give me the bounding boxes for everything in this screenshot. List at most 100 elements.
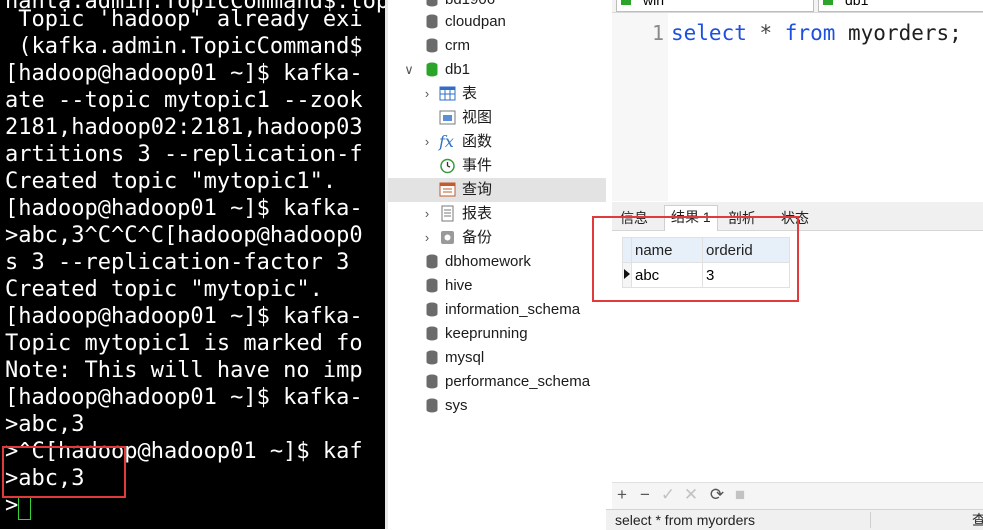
terminal-line: >abc,3^C^C^C[hadoop@hadoop0 bbox=[5, 223, 363, 248]
tree-item-views[interactable]: 视图 bbox=[388, 106, 606, 130]
line-number: 1 bbox=[651, 21, 664, 45]
database-icon bbox=[426, 0, 438, 7]
tree-item-label: cloudpan bbox=[445, 13, 506, 30]
database-icon bbox=[426, 254, 438, 269]
status-query-text: select * from myorders bbox=[615, 512, 756, 528]
table-name: myorders; bbox=[835, 21, 962, 45]
tree-item-label: 查询 bbox=[462, 181, 493, 198]
database-icon bbox=[426, 38, 438, 53]
apply-changes-button[interactable]: ✓ bbox=[660, 486, 676, 504]
tree-item-label: 视图 bbox=[462, 109, 493, 126]
object-navigator[interactable]: bd1906 cloudpan crm ∨ db1 › 表 视图 › fx 函数… bbox=[388, 0, 606, 529]
keyword-from: from bbox=[784, 21, 836, 45]
function-icon: fx bbox=[439, 132, 454, 151]
tree-item-label: 备份 bbox=[462, 229, 493, 246]
connection-select[interactable]: win bbox=[616, 0, 814, 12]
terminal-cursor bbox=[18, 496, 31, 520]
result-highlight-box bbox=[592, 216, 799, 302]
terminal-line: >abc,3 bbox=[5, 412, 85, 437]
tree-item-crm[interactable]: crm bbox=[388, 34, 606, 58]
tree-item-label: crm bbox=[445, 37, 470, 54]
terminal-line: Note: This will have no imp bbox=[5, 358, 363, 383]
chevron-right-icon[interactable]: › bbox=[420, 226, 434, 250]
status-right-text: 查 bbox=[972, 512, 983, 528]
terminal-line: [hadoop@hadoop01 ~]$ kafka- bbox=[5, 304, 363, 329]
backup-icon bbox=[441, 231, 454, 244]
tree-item-mysql[interactable]: mysql bbox=[388, 346, 606, 370]
database-icon bbox=[426, 14, 438, 29]
terminal-window[interactable]: hanta.admin.TopicCommand$.topic Topic 'h… bbox=[0, 0, 385, 529]
select-star: * bbox=[746, 21, 785, 45]
terminal-line: ate --topic mytopic1 --zook bbox=[5, 88, 363, 113]
chevron-down-icon[interactable]: ∨ bbox=[402, 58, 416, 82]
database-value: db1 bbox=[845, 0, 869, 8]
tree-item-functions[interactable]: › fx 函数 bbox=[388, 130, 606, 154]
connection-value: win bbox=[643, 0, 665, 8]
tree-item-label: db1 bbox=[445, 61, 471, 78]
connection-icon bbox=[621, 0, 631, 5]
line-gutter: 1 bbox=[612, 13, 668, 201]
code-line: select * from myorders; bbox=[671, 21, 962, 45]
tree-item-label: 事件 bbox=[462, 157, 493, 174]
view-icon bbox=[439, 110, 456, 125]
chevron-right-icon[interactable]: › bbox=[420, 202, 434, 226]
tree-item-label: sys bbox=[445, 397, 468, 414]
tree-item-keeprunning[interactable]: keeprunning bbox=[388, 322, 606, 346]
tree-item-information-schema[interactable]: information_schema bbox=[388, 298, 606, 322]
stop-button[interactable]: ■ bbox=[732, 486, 748, 504]
tree-item-label: 函数 bbox=[462, 133, 493, 150]
terminal-line: Created topic "mytopic1". bbox=[5, 169, 337, 194]
report-icon bbox=[441, 205, 454, 222]
tree-item-label: hive bbox=[445, 277, 473, 294]
add-record-button[interactable]: + bbox=[614, 486, 630, 504]
refresh-button[interactable]: ⟳ bbox=[709, 486, 725, 504]
tree-item-label: information_schema bbox=[445, 301, 581, 318]
tree-item-label: dbhomework bbox=[445, 253, 531, 270]
tree-item-hive[interactable]: hive bbox=[388, 274, 606, 298]
tree-item-label: performance_schema bbox=[445, 373, 591, 390]
table-icon bbox=[439, 86, 456, 101]
tree-item-sys[interactable]: sys bbox=[388, 394, 606, 418]
tree-item-db1[interactable]: ∨ db1 bbox=[388, 58, 606, 82]
terminal-line: s 3 --replication-factor 3 bbox=[5, 250, 350, 275]
grid-toolbar: + − ✓ ✕ ⟳ ■ bbox=[612, 482, 983, 509]
database-icon bbox=[426, 326, 438, 341]
tree-item-reports[interactable]: › 报表 bbox=[388, 202, 606, 226]
tree-item-queries[interactable]: 查询 bbox=[388, 178, 606, 202]
delete-record-button[interactable]: − bbox=[637, 486, 653, 504]
chevron-right-icon[interactable]: › bbox=[420, 82, 434, 106]
status-divider bbox=[870, 512, 871, 528]
tree-item-dbhomework[interactable]: dbhomework bbox=[388, 250, 606, 274]
tree-item-backups[interactable]: › 备份 bbox=[388, 226, 606, 250]
event-icon bbox=[440, 158, 455, 174]
terminal-highlight-box bbox=[2, 446, 126, 498]
terminal-line: Created topic "mytopic". bbox=[5, 277, 323, 302]
tree-item-label: keeprunning bbox=[445, 325, 528, 342]
database-icon bbox=[823, 0, 833, 5]
discard-changes-button[interactable]: ✕ bbox=[683, 486, 699, 504]
chevron-right-icon[interactable]: › bbox=[420, 130, 434, 154]
database-icon bbox=[426, 278, 438, 293]
database-icon bbox=[426, 62, 438, 77]
database-icon bbox=[426, 374, 438, 389]
tree-item-label: 表 bbox=[462, 85, 478, 102]
sql-editor[interactable]: 1 select * from myorders; bbox=[612, 13, 983, 201]
tree-item-performance-schema[interactable]: performance_schema bbox=[388, 370, 606, 394]
tree-item-events[interactable]: 事件 bbox=[388, 154, 606, 178]
tree-item-label: mysql bbox=[445, 349, 485, 366]
terminal-line: artitions 3 --replication-f bbox=[5, 142, 363, 167]
tree-item-label: 报表 bbox=[462, 205, 493, 222]
status-bar: select * from myorders 查 bbox=[606, 509, 983, 530]
terminal-line: Topic mytopic1 is marked fo bbox=[5, 331, 363, 356]
query-icon bbox=[439, 182, 456, 197]
keyword-select: select bbox=[671, 21, 747, 45]
terminal-line: [hadoop@hadoop01 ~]$ kafka- bbox=[5, 61, 363, 86]
database-icon bbox=[426, 398, 438, 413]
tree-item-cloudpan[interactable]: cloudpan bbox=[388, 10, 606, 34]
terminal-line: Topic 'hadoop' already exi bbox=[5, 7, 363, 32]
terminal-line: (kafka.admin.TopicCommand$ bbox=[5, 34, 363, 59]
database-select[interactable]: db1 bbox=[818, 0, 983, 12]
terminal-line: [hadoop@hadoop01 ~]$ kafka- bbox=[5, 385, 363, 410]
tree-item-tables[interactable]: › 表 bbox=[388, 82, 606, 106]
database-icon bbox=[426, 350, 438, 365]
